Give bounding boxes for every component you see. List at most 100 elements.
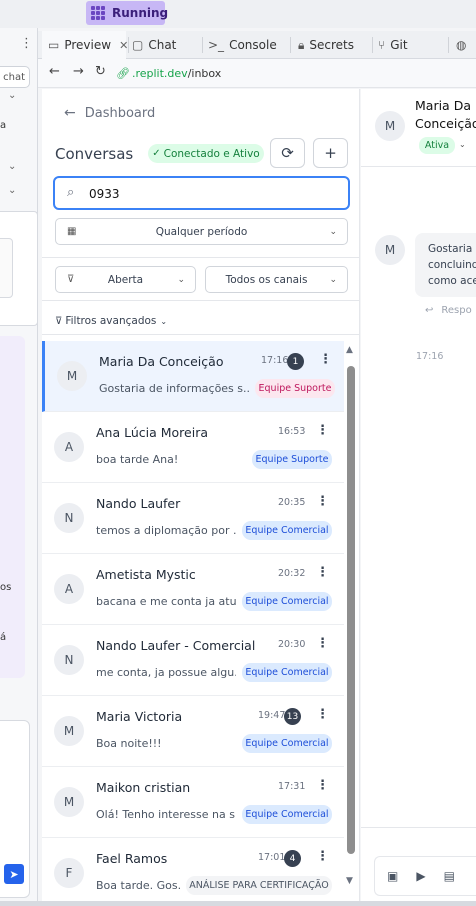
- more-options-icon[interactable]: ⋮: [316, 423, 329, 438]
- channel-filter-select[interactable]: Todos os canais ⌄: [205, 266, 348, 293]
- reply-icon: ↩: [425, 305, 434, 316]
- status-badge[interactable]: Ativa: [419, 137, 455, 154]
- tab-secrets[interactable]: 🔒︎ Secrets: [298, 31, 374, 59]
- chevron-down-icon[interactable]: ⌄: [8, 185, 16, 196]
- chevron-down-icon[interactable]: ⌄: [8, 90, 16, 101]
- chevron-down-icon: ⌄: [329, 226, 337, 237]
- calendar-icon: ▦: [67, 226, 77, 237]
- new-chat-button[interactable]: chat: [0, 66, 30, 88]
- team-tag: Equipe Comercial: [242, 521, 332, 540]
- more-options-icon[interactable]: ⋮: [316, 707, 329, 722]
- address-bar: ← → ↻ 🔗︎ .replit.dev /inbox: [38, 59, 476, 88]
- refresh-button[interactable]: ⟳: [270, 138, 305, 168]
- last-message: boa tarde Ana!: [96, 453, 179, 466]
- more-icon[interactable]: ⋮: [20, 36, 33, 51]
- unread-count-badge: 13: [284, 708, 301, 725]
- add-conversation-button[interactable]: +: [313, 138, 348, 168]
- connection-status-badge: ✓ Conectado e Ativo: [148, 144, 264, 163]
- tab-database[interactable]: ◍: [456, 31, 476, 59]
- unread-count-badge: 4: [284, 850, 301, 867]
- contact-name: Maria Da Conceição: [99, 354, 224, 369]
- channel-filter-label: Todos os canais: [225, 273, 308, 286]
- scroll-down-arrow[interactable]: ▼: [346, 876, 353, 886]
- contact-name: Ana Lúcia Moreira: [96, 425, 209, 440]
- contact-name-line: Maria Da: [415, 98, 471, 113]
- conversation-row[interactable]: M Maria Victoria 19:47 13 ⋮ Boa noite!!! Equip…: [42, 696, 344, 767]
- chevron-down-icon: ⌄: [177, 274, 185, 285]
- more-options-icon[interactable]: ⋮: [316, 778, 329, 793]
- send-button[interactable]: ➤: [4, 864, 24, 884]
- conversation-time: 20:32: [278, 568, 306, 579]
- message-line: concluindo: [428, 259, 476, 271]
- status-label: Conectado e Ativo: [163, 147, 260, 160]
- tab-chat[interactable]: ▢ Chat: [132, 31, 202, 59]
- filter-icon: ⊽: [67, 274, 75, 285]
- chevron-down-icon[interactable]: ⌄: [459, 140, 466, 149]
- advanced-filters-toggle[interactable]: ⊽ Filtros avançados ⌄: [55, 315, 167, 327]
- period-label: Qualquer período: [155, 225, 248, 238]
- avatar: M: [57, 361, 87, 391]
- reload-icon[interactable]: ↻: [95, 64, 106, 79]
- period-select[interactable]: ▦ Qualquer período ⌄: [55, 218, 348, 245]
- tab-console[interactable]: >_ Console: [208, 31, 294, 59]
- filter-icon: ⊽: [55, 315, 63, 327]
- chat-icon: ▢: [132, 38, 144, 52]
- more-options-icon[interactable]: ⋮: [316, 494, 329, 509]
- inbox-panel: ← Dashboard Conversas ✓ Conectado e Ativ…: [42, 89, 360, 906]
- conversation-row[interactable]: A Ametista Mystic 20:32 ⋮ bacana e me conta …: [42, 554, 344, 625]
- team-tag: Equipe Comercial: [242, 663, 332, 682]
- url-field[interactable]: 🔗︎ .replit.dev /inbox: [116, 64, 221, 82]
- team-tag: Equipe Comercial: [242, 592, 332, 611]
- tab-preview[interactable]: ▭ Preview ✕: [42, 31, 128, 59]
- more-options-icon[interactable]: ⋮: [316, 849, 329, 864]
- url-path: /inbox: [187, 66, 222, 80]
- check-circle-icon: ✓: [152, 148, 161, 159]
- assistant-message: os á: [0, 336, 25, 678]
- video-icon[interactable]: ▶: [416, 869, 425, 883]
- conversation-row[interactable]: N Nando Laufer - Comercial 20:30 ⋮ me conta,…: [42, 625, 344, 696]
- image-icon[interactable]: ▣: [387, 869, 398, 883]
- dashboard-link[interactable]: ← Dashboard: [64, 105, 155, 121]
- search-icon: ⌕: [67, 185, 75, 200]
- conversation-time: 17:16: [261, 355, 289, 366]
- more-options-icon[interactable]: ⋮: [319, 352, 332, 367]
- more-options-icon[interactable]: ⋮: [316, 565, 329, 580]
- scroll-up-arrow[interactable]: ▲: [346, 345, 353, 355]
- close-icon[interactable]: ✕: [119, 39, 128, 52]
- last-message: Gostaria de informações s...: [99, 382, 249, 395]
- message-line: como ace: [428, 275, 476, 287]
- chevron-down-icon[interactable]: ⌄: [8, 161, 16, 172]
- conversation-time: 20:30: [278, 639, 306, 650]
- search-box[interactable]: ⌕: [53, 176, 350, 210]
- conversation-row[interactable]: M Maria Da Conceição 17:16 1 ⋮ Gostaria de in…: [42, 341, 344, 412]
- scrollbar-thumb[interactable]: [347, 366, 355, 854]
- contact-name: Maikon cristian: [96, 780, 191, 795]
- contact-name: Maria Da Conceição: [415, 97, 476, 133]
- conversation-row[interactable]: N Nando Laufer 20:35 ⋮ temos a diplomação po…: [42, 483, 344, 554]
- chevron-down-icon: ⌄: [329, 274, 337, 285]
- tab-git[interactable]: ⑂ Git: [378, 31, 438, 59]
- search-input[interactable]: [89, 184, 329, 203]
- conversation-row[interactable]: A Ana Lúcia Moreira 16:53 ⋮ boa tarde Ana! Eq…: [42, 412, 344, 483]
- forward-arrow-icon[interactable]: →: [73, 64, 84, 79]
- last-message: me conta, ja possue algu...: [96, 666, 236, 679]
- back-arrow-icon[interactable]: ←: [49, 64, 60, 79]
- reply-button[interactable]: ↩ Respo: [425, 305, 472, 316]
- status-filter-select[interactable]: ⊽ Aberta ⌄: [55, 266, 196, 293]
- avatar: A: [54, 574, 84, 604]
- apps-grid-icon: [91, 6, 105, 20]
- conversation-row[interactable]: M Maikon cristian 17:31 ⋮ Olá! Tenho interes…: [42, 767, 344, 838]
- left-chat-pane: ⋮ chat ⌄ a ⌄ ⌄ os á ➤: [0, 28, 38, 906]
- unread-count-badge: 1: [287, 353, 304, 370]
- conversation-time: 20:35: [278, 497, 306, 508]
- conversation-row[interactable]: F Fael Ramos 17:01 4 ⋮ Boa tarde. Gos... ANÁLI…: [42, 838, 344, 906]
- document-icon[interactable]: ▤: [444, 869, 455, 883]
- avatar: M: [54, 716, 84, 746]
- bottom-border: [0, 901, 476, 906]
- team-tag: Equipe Suporte: [252, 450, 332, 469]
- contact-name: Ametista Mystic: [96, 567, 196, 582]
- lock-icon: 🔒︎: [298, 37, 305, 52]
- running-indicator[interactable]: Running: [86, 1, 168, 25]
- more-options-icon[interactable]: ⋮: [316, 636, 329, 651]
- contact-name: Maria Victoria: [96, 709, 183, 724]
